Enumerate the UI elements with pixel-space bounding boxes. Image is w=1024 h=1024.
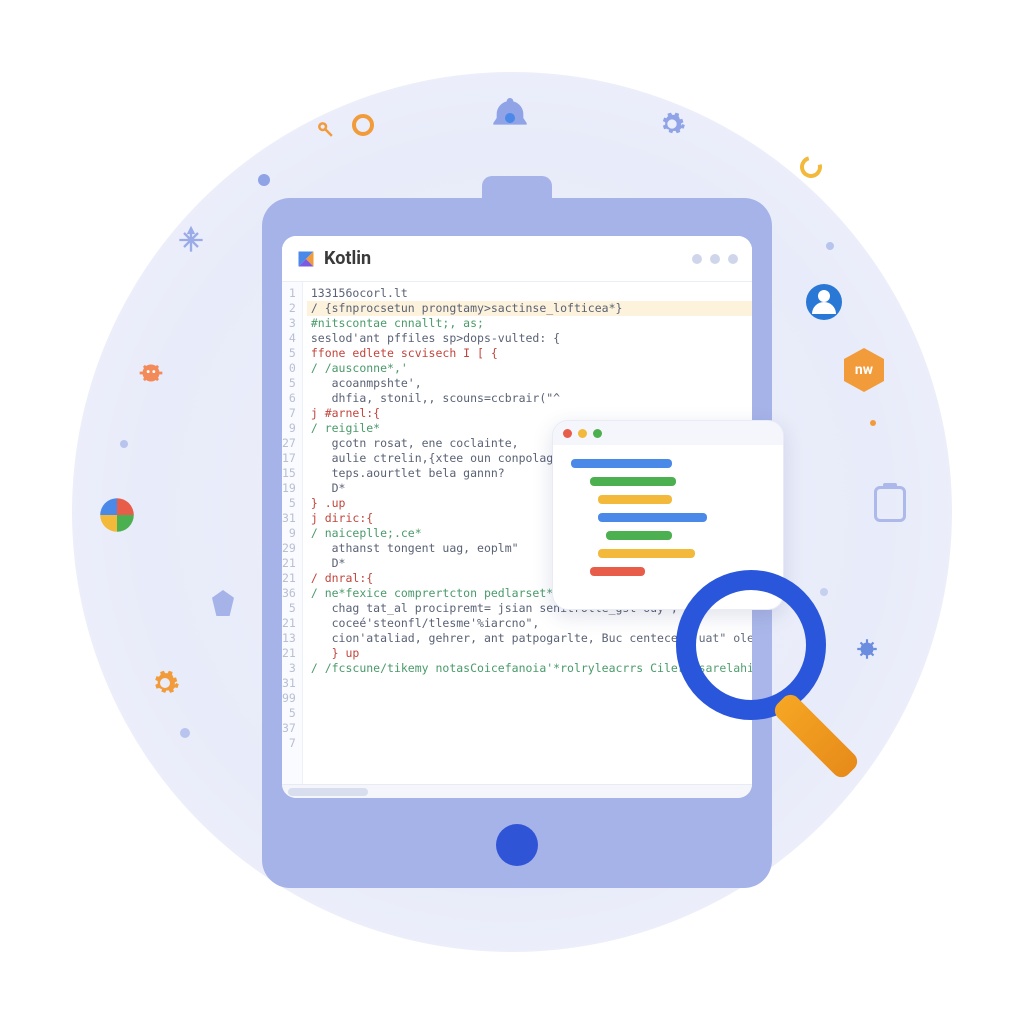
code-line: dhfia, stonil,, scouns=ccbrair("^ bbox=[311, 391, 752, 406]
code-bar bbox=[606, 531, 672, 540]
dot-icon bbox=[258, 174, 270, 186]
bell-icon bbox=[490, 94, 530, 142]
line-number: 5 bbox=[282, 706, 296, 721]
virus-icon bbox=[854, 636, 880, 662]
line-number: 31 bbox=[282, 511, 296, 526]
code-line: seslod'ant pffiles sp>dops-vulted: { bbox=[311, 331, 752, 346]
close-dot-icon[interactable] bbox=[563, 429, 572, 438]
dot-icon bbox=[180, 728, 190, 738]
line-number: 3 bbox=[282, 316, 296, 331]
code-bar bbox=[590, 477, 675, 486]
line-number: 2 bbox=[282, 301, 296, 316]
line-number: 21 bbox=[282, 556, 296, 571]
maximize-dot-icon[interactable] bbox=[593, 429, 602, 438]
line-number: 5 bbox=[282, 496, 296, 511]
line-number: 7 bbox=[282, 736, 296, 751]
window-dot-icon[interactable] bbox=[710, 254, 720, 264]
line-number: 6 bbox=[282, 391, 296, 406]
line-number: 5 bbox=[282, 601, 296, 616]
line-number: 15 bbox=[282, 466, 296, 481]
dot-icon bbox=[120, 440, 128, 448]
segments-icon bbox=[96, 494, 138, 536]
code-line: / {sfnprocsetun prongtamy>sactinse_lofti… bbox=[307, 301, 752, 316]
line-number: 5 bbox=[282, 376, 296, 391]
dot-icon bbox=[870, 420, 876, 426]
minimize-dot-icon[interactable] bbox=[578, 429, 587, 438]
line-number: 31 bbox=[282, 676, 296, 691]
line-number: 27 bbox=[282, 436, 296, 451]
code-bar bbox=[571, 459, 672, 468]
circle-icon bbox=[352, 114, 374, 136]
line-number: 37 bbox=[282, 721, 296, 736]
line-number: 5 bbox=[282, 346, 296, 361]
window-dot-icon[interactable] bbox=[692, 254, 702, 264]
scrollbar-thumb[interactable] bbox=[288, 788, 368, 796]
dot-icon bbox=[826, 242, 834, 250]
code-line: / /ausconne*,' bbox=[311, 361, 752, 376]
bug-icon bbox=[134, 356, 168, 390]
user-badge-icon bbox=[806, 284, 842, 320]
code-bar bbox=[598, 549, 695, 558]
code-line: acoanmpshte', bbox=[311, 376, 752, 391]
horizontal-scrollbar[interactable] bbox=[282, 784, 752, 798]
line-gutter: 1234505679271715195319292121365211321331… bbox=[282, 282, 303, 784]
line-number: 4 bbox=[282, 331, 296, 346]
code-bar bbox=[598, 495, 672, 504]
line-number: 9 bbox=[282, 421, 296, 436]
line-number: 21 bbox=[282, 616, 296, 631]
code-line: ffone edlete scvisech I [ { bbox=[311, 346, 752, 361]
editor-title: Kotlin bbox=[324, 248, 371, 269]
mini-window-controls[interactable] bbox=[553, 421, 783, 445]
window-controls[interactable] bbox=[692, 254, 738, 264]
line-number: 17 bbox=[282, 451, 296, 466]
compass-icon bbox=[177, 226, 205, 254]
line-number: 21 bbox=[282, 646, 296, 661]
line-number: 99 bbox=[282, 691, 296, 706]
line-number: 1 bbox=[282, 286, 296, 301]
line-number: 21 bbox=[282, 571, 296, 586]
gear-icon bbox=[150, 668, 180, 698]
magnifying-glass-icon bbox=[676, 570, 826, 720]
line-number: 0 bbox=[282, 361, 296, 376]
gear-icon bbox=[658, 110, 686, 138]
line-number: 9 bbox=[282, 526, 296, 541]
badge-text: nw bbox=[855, 362, 873, 378]
code-line: #nitscontae cnnallt;, as; bbox=[311, 316, 752, 331]
refresh-icon bbox=[796, 152, 826, 182]
code-line: j #arnel:{ bbox=[311, 406, 752, 421]
tablet-notch bbox=[482, 176, 552, 210]
code-bar bbox=[598, 513, 707, 522]
line-number: 7 bbox=[282, 406, 296, 421]
kotlin-logo-icon bbox=[296, 249, 316, 269]
line-number: 19 bbox=[282, 481, 296, 496]
editor-header: Kotlin bbox=[282, 236, 752, 282]
line-number: 36 bbox=[282, 586, 296, 601]
line-number: 13 bbox=[282, 631, 296, 646]
key-icon bbox=[316, 120, 336, 140]
line-number: 29 bbox=[282, 541, 296, 556]
home-button[interactable] bbox=[496, 824, 538, 866]
code-line: 133156ocorl.lt bbox=[311, 286, 752, 301]
code-bar bbox=[590, 567, 644, 576]
line-number: 3 bbox=[282, 661, 296, 676]
clipboard-icon bbox=[874, 486, 906, 522]
window-dot-icon[interactable] bbox=[728, 254, 738, 264]
